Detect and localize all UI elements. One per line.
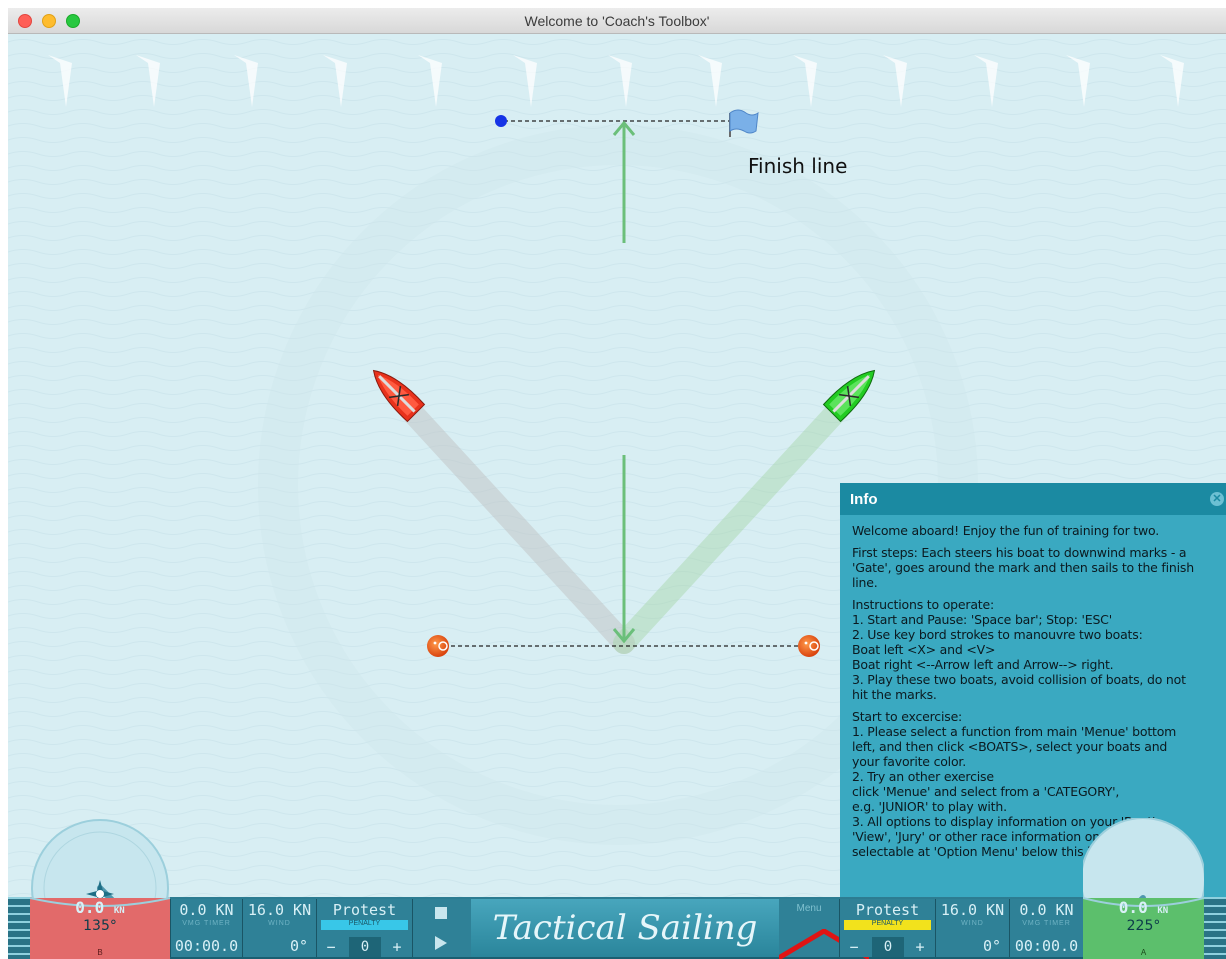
dashboard: 0.0 KN VMG TIMER 00:00.0 16.0 KN WIND 0°… (8, 897, 1226, 959)
gate-mark-left[interactable] (427, 635, 449, 657)
left-penalty-tag: PENALTY (321, 920, 408, 930)
right-protest-label[interactable]: Protest (840, 901, 935, 919)
info-header: Info ✕ (840, 483, 1226, 515)
right-penalty-plus-button[interactable]: + (910, 937, 930, 957)
left-penalty-minus-button[interactable]: − (321, 937, 341, 957)
left-penalty-plus-button[interactable]: + (387, 937, 407, 957)
right-speed-cell: 0.0 KN VMG TIMER 00:00.0 (1009, 899, 1083, 957)
finish-pin[interactable] (495, 115, 507, 127)
brand-logo: Tactical Sailing (471, 899, 779, 957)
left-wind-speed: 16.0 KN (247, 901, 312, 919)
close-icon[interactable]: ✕ (1210, 492, 1224, 506)
right-wind-cell: 16.0 KN WIND 0° (935, 899, 1009, 957)
info-line: Instructions to operate: (852, 597, 994, 612)
right-penalty-minus-button[interactable]: − (844, 937, 864, 957)
info-line: Boat right <--Arrow left and Arrow--> ri… (852, 657, 1114, 672)
info-line: Boat left <X> and <V> (852, 642, 996, 657)
info-line: hit the marks. (852, 687, 937, 702)
app-window: Welcome to 'Coach's Toolbox' Finish line… (8, 8, 1226, 959)
menu-label[interactable]: Menu (779, 903, 839, 914)
right-wind-speed: 16.0 KN (940, 901, 1005, 919)
left-speed: 0.0 KN (179, 901, 234, 919)
left-wind-direction: 0° (289, 937, 308, 955)
info-line: click 'Menue' and select from a 'CATEGOR… (852, 784, 1120, 799)
window-title: Welcome to 'Coach's Toolbox' (524, 13, 710, 29)
info-line: 3. Play these two boats, avoid collision… (852, 672, 1186, 687)
stop-icon[interactable] (435, 907, 447, 919)
left-speed-cell: 0.0 KN VMG TIMER 00:00.0 (170, 899, 242, 957)
title-bar: Welcome to 'Coach's Toolbox' (8, 8, 1226, 34)
finish-line-label: Finish line (748, 154, 848, 178)
left-protest-label[interactable]: Protest (317, 901, 412, 919)
info-line: 1. Start and Pause: 'Space bar'; Stop: '… (852, 612, 1112, 627)
right-penalty-value: 0 (872, 937, 904, 957)
right-gauge-speed: 0.0 KN (1118, 898, 1169, 917)
info-line: 2. Try an other exercise (852, 769, 994, 784)
right-dash-edge (1204, 897, 1226, 959)
right-compass-gauge: 0.0 KN 225° A (1080, 817, 1206, 959)
left-gauge-speed: 0.0 KN (75, 898, 125, 917)
info-line: 2. Use key bord strokes to manouvre two … (852, 627, 1143, 642)
info-line: your favorite color. (852, 754, 966, 769)
left-timer: 00:00.0 (174, 937, 239, 955)
info-line: 1. Please select a function from main 'M… (852, 724, 1177, 739)
right-speed: 0.0 KN (1019, 901, 1074, 919)
left-wind-label: WIND (268, 920, 291, 927)
play-icon[interactable] (433, 935, 449, 951)
info-body: Welcome aboard! Enjoy the fun of trainin… (840, 515, 1226, 859)
info-line: 'Gate', goes around the mark and then sa… (852, 560, 1194, 575)
right-gauge-heading: 225° (1126, 918, 1161, 934)
left-protest-cell[interactable]: Protest PENALTY − 0 + (316, 899, 412, 957)
right-timer: 00:00.0 (1014, 937, 1079, 955)
info-line: Welcome aboard! Enjoy the fun of trainin… (852, 523, 1160, 538)
info-paragraph: First steps: Each steers his boat to dow… (852, 545, 1220, 590)
left-boat-letter: B (97, 948, 103, 957)
info-line: First steps: Each steers his boat to dow… (852, 545, 1187, 560)
info-line: line. (852, 575, 878, 590)
left-compass-gauge: 0.0 KN 135° B (30, 818, 170, 959)
left-penalty-value: 0 (349, 937, 381, 957)
right-boat-letter: A (1140, 948, 1147, 957)
info-paragraph: Welcome aboard! Enjoy the fun of trainin… (852, 523, 1220, 538)
info-line: Start to excercise: (852, 709, 963, 724)
info-paragraph: Instructions to operate: 1. Start and Pau… (852, 597, 1220, 702)
left-vmg-timer-label: VMG TIMER (182, 920, 231, 927)
right-wind-label: WIND (961, 920, 984, 927)
info-line: left, and then click <BOATS>, select you… (852, 739, 1168, 754)
playback-controls (412, 899, 471, 957)
right-wind-direction: 0° (982, 937, 1001, 955)
right-penalty-tag: PENALTY (844, 920, 931, 930)
left-wind-cell: 16.0 KN WIND 0° (242, 899, 316, 957)
menu-button[interactable]: Menu (779, 899, 869, 959)
gate-mark-right[interactable] (798, 635, 820, 657)
right-vmg-timer-label: VMG TIMER (1022, 920, 1071, 927)
right-protest-cell[interactable]: Protest PENALTY − 0 + (839, 899, 935, 957)
info-line: e.g. 'JUNIOR' to play with. (852, 799, 1007, 814)
info-title: Info (850, 491, 878, 508)
left-dash-edge (8, 897, 30, 959)
left-gauge-heading: 135° (83, 918, 117, 934)
